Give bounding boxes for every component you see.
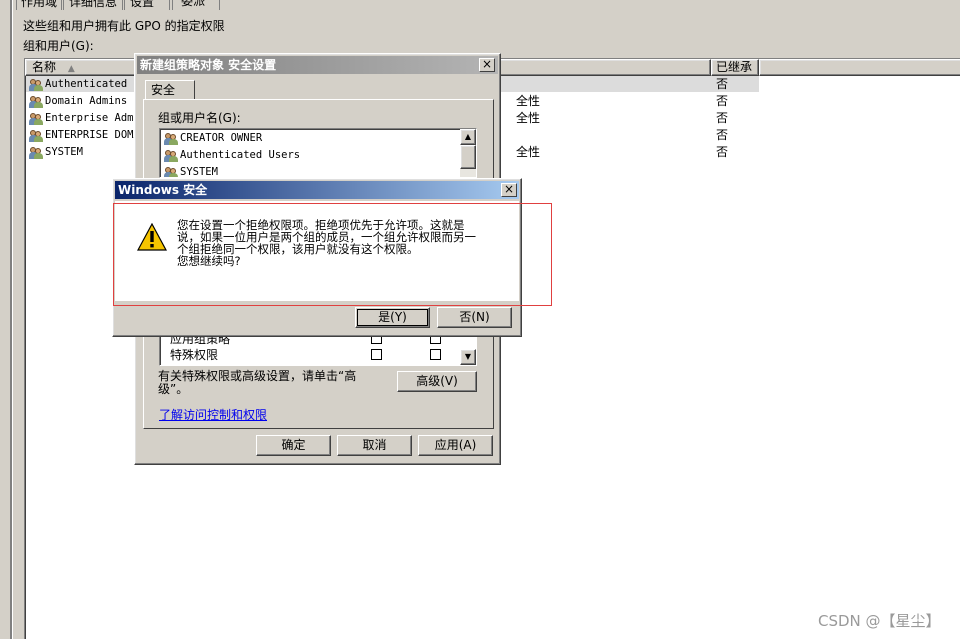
user-group-icon <box>29 95 43 108</box>
perm-row-special: 特殊权限 <box>170 348 219 362</box>
ok-button[interactable]: 确定 <box>256 435 331 456</box>
tab-settings[interactable]: 设置 <box>124 0 170 10</box>
apply-button[interactable]: 应用(A) <box>418 435 493 456</box>
user-group-icon <box>29 146 43 159</box>
row-inherited: 否 <box>716 111 729 125</box>
sort-ascending-icon: ▲ <box>67 64 75 74</box>
table-row[interactable]: Authenticated U <box>29 76 140 92</box>
group-or-user-label: 组或用户名(G): <box>158 111 241 125</box>
highlight-box <box>113 203 552 306</box>
column-filler <box>759 59 960 76</box>
list-item[interactable]: Authenticated Users <box>164 147 300 163</box>
security-dialog-title: 新建组策略对象 安全设置 <box>140 58 277 72</box>
left-border-light <box>12 0 13 639</box>
row-name: ENTERPRISE DOMA <box>45 129 140 141</box>
user-name: CREATOR OWNER <box>180 132 263 144</box>
advanced-button[interactable]: 高级(V) <box>397 371 477 392</box>
row-name: Authenticated U <box>45 78 140 90</box>
table-row[interactable]: Enterprise Admi <box>29 110 140 126</box>
row-name: Enterprise Admi <box>45 112 140 124</box>
row-inherited: 否 <box>716 94 729 108</box>
column-inherited[interactable]: 已继承 <box>711 59 759 76</box>
user-group-icon <box>164 132 178 145</box>
table-row[interactable]: Domain Admins <box>29 93 127 109</box>
tab-scope[interactable]: 作用域 <box>16 0 62 10</box>
watermark: CSDN @【星尘】 <box>818 612 941 630</box>
row-inherited: 否 <box>716 128 729 142</box>
user-group-icon <box>29 112 43 125</box>
deny-checkbox-special[interactable] <box>430 349 441 360</box>
user-name: SYSTEM <box>180 166 218 178</box>
row-permission: 全性 <box>516 94 541 108</box>
special-permission-note: 有关特殊权限或高级设置，请单击“高级”。 <box>158 369 357 396</box>
security-dialog-close-button[interactable]: × <box>479 58 495 72</box>
user-group-icon <box>29 78 43 91</box>
learn-access-control-link[interactable]: 了解访问控制和权限 <box>159 406 267 423</box>
scroll-thumb[interactable] <box>460 145 476 169</box>
scroll-up-button[interactable]: ▲ <box>460 129 476 145</box>
user-group-icon <box>164 149 178 162</box>
row-permission: 全性 <box>516 111 541 125</box>
user-group-icon <box>29 129 43 142</box>
alert-dialog-close-button[interactable]: × <box>501 183 517 197</box>
list-item[interactable]: SYSTEM <box>164 164 218 178</box>
security-dialog-titlebar[interactable]: 新建组策略对象 安全设置 <box>137 56 498 74</box>
user-listbox[interactable]: CREATOR OWNER Authenticated Users SYSTEM ▲ <box>159 128 477 178</box>
tab-security[interactable]: 安全 <box>145 80 195 100</box>
user-list-scrollbar[interactable]: ▲ <box>460 129 476 177</box>
scroll-down-button[interactable]: ▼ <box>460 349 476 365</box>
group-users-label: 组和用户(G): <box>23 39 94 53</box>
row-name: Domain Admins <box>45 95 128 107</box>
table-row[interactable]: SYSTEM <box>29 144 83 160</box>
yes-button[interactable]: 是(Y) <box>355 307 430 328</box>
user-name: Authenticated Users <box>180 149 301 161</box>
list-item[interactable]: CREATOR OWNER <box>164 130 262 146</box>
row-permission: 全性 <box>516 145 541 159</box>
allow-checkbox-special[interactable] <box>371 349 382 360</box>
no-button[interactable]: 否(N) <box>437 307 512 328</box>
gpo-description: 这些组和用户拥有此 GPO 的指定权限 <box>23 19 225 33</box>
tab-details[interactable]: 详细信息 <box>63 0 123 10</box>
alert-dialog-title: Windows 安全 <box>118 183 208 197</box>
table-row[interactable]: ENTERPRISE DOMA <box>29 127 140 143</box>
row-inherited: 否 <box>716 77 729 91</box>
cancel-button[interactable]: 取消 <box>337 435 412 456</box>
column-name-label: 名称 <box>32 60 57 74</box>
user-group-icon <box>164 166 178 177</box>
row-inherited: 否 <box>716 145 729 159</box>
tab-delegation[interactable]: 委派 <box>172 0 220 10</box>
alert-dialog-titlebar[interactable]: Windows 安全 <box>115 181 519 199</box>
row-name: SYSTEM <box>45 146 83 158</box>
